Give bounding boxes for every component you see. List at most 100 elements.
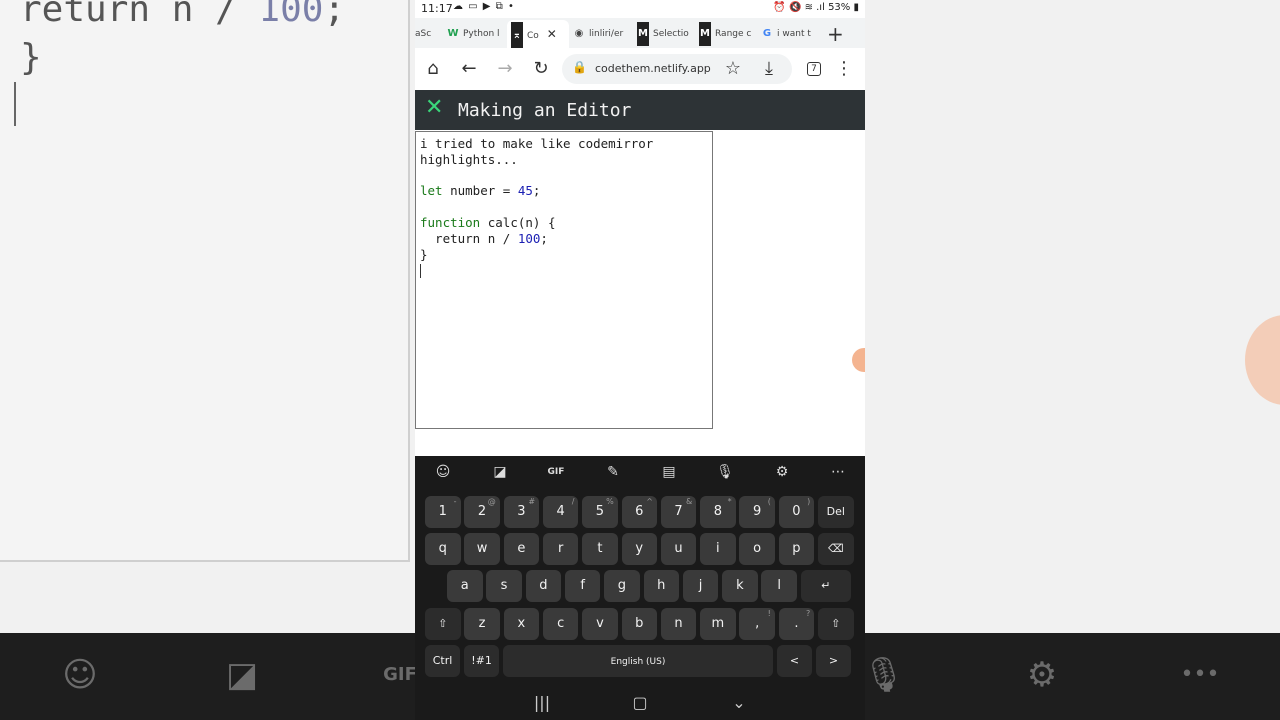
shift-key[interactable]: ⇧ (818, 608, 854, 640)
forward-icon[interactable]: → (493, 57, 517, 81)
close-icon[interactable]: ✕ (425, 95, 443, 120)
browser-tab-active[interactable]: ⌅ Co ✕ (507, 20, 569, 48)
key-label: x (517, 616, 526, 631)
key-label: n (674, 616, 683, 631)
key-y[interactable]: y (621, 533, 657, 565)
browser-tab-1[interactable]: W Python l (447, 22, 501, 46)
system-navbar: ||| ▢ ⌄ (415, 686, 865, 720)
download-icon[interactable]: ⤓ (757, 57, 781, 81)
browser-tab-strip: aSc W Python l ⌅ Co ✕ ◉ linliri/er M Selectio… (415, 18, 865, 48)
key-3[interactable]: 3 # (503, 496, 540, 528)
new-tab-button[interactable]: + (827, 22, 844, 46)
space-key[interactable]: English (US) (503, 645, 773, 677)
key-k[interactable]: k (722, 570, 758, 602)
battery-icon: ▮ (853, 2, 859, 13)
key-1[interactable]: 1- (425, 496, 461, 528)
key-b[interactable]: b (621, 608, 657, 640)
symbols-key[interactable]: !#1 (464, 645, 499, 677)
key-c[interactable]: c (542, 608, 579, 640)
ctrl-key[interactable]: Ctrl (425, 645, 460, 677)
key-x[interactable]: x (503, 608, 540, 640)
cursor-right-key[interactable]: > (816, 645, 851, 677)
key-e[interactable]: e (503, 533, 540, 565)
key-d[interactable]: d (525, 570, 562, 602)
key-label: 8 (713, 504, 722, 519)
shift-key[interactable]: ⇧ (425, 608, 461, 640)
reload-icon[interactable]: ↻ (529, 57, 553, 81)
emoji-icon[interactable]: ☺ (431, 462, 455, 482)
key-5[interactable]: 5% (582, 496, 618, 528)
key-,[interactable]: ,! (739, 608, 775, 640)
browser-tab-5[interactable]: M Range c (699, 22, 753, 46)
battery-level: 53% (828, 2, 851, 13)
tab-label: i want t (777, 29, 811, 39)
cursor-left-key[interactable]: < (777, 645, 812, 677)
menu-icon[interactable]: ⋮ (832, 57, 856, 81)
tab-switcher-button[interactable]: 7 (807, 62, 821, 76)
key-.[interactable]: .? (778, 608, 815, 640)
key-q[interactable]: q (425, 533, 461, 565)
settings-icon[interactable]: ⚙ (770, 462, 794, 482)
key-h[interactable]: h (643, 570, 679, 602)
key-label: 4 (556, 504, 565, 519)
background-caret (14, 82, 16, 126)
key-0[interactable]: 0) (778, 496, 815, 528)
key-secondary-label: # (528, 497, 536, 506)
delete-key[interactable]: Del (818, 496, 854, 528)
page-title: Making an Editor (458, 100, 632, 121)
more-icon[interactable]: ⋯ (826, 462, 850, 482)
key-2[interactable]: 2 @ (464, 496, 500, 528)
background-code: return n / 100; } (20, 0, 345, 82)
key-u[interactable]: u (660, 533, 697, 565)
key-8[interactable]: 8 * (700, 496, 736, 528)
key-label: > (828, 654, 839, 667)
back-icon[interactable]: ← (457, 57, 481, 81)
sticker-icon[interactable]: ◪ (488, 462, 512, 482)
code-line: i tried to make like codemirror (420, 136, 712, 152)
key-a[interactable]: a (447, 570, 483, 602)
key-f[interactable]: f (564, 570, 601, 602)
clipboard-icon[interactable]: ▤ (657, 462, 681, 482)
key-7[interactable]: 7 & (660, 496, 697, 528)
key-6[interactable]: 6 ^ (621, 496, 657, 528)
key-z[interactable]: z (464, 608, 500, 640)
handwriting-icon[interactable]: ✎ (601, 462, 625, 482)
key-o[interactable]: o (739, 533, 775, 565)
key-t[interactable]: t (582, 533, 618, 565)
home-icon[interactable]: ⌂ (421, 57, 445, 81)
key-w[interactable]: w (464, 533, 500, 565)
key-label: r (557, 541, 564, 556)
code-line: let number = 45; (420, 183, 712, 199)
back-nav-icon[interactable]: ⌄ (724, 692, 754, 714)
key-n[interactable]: n (660, 608, 697, 640)
browser-tab-6[interactable]: Gi want t (761, 22, 817, 46)
tab-close-icon[interactable]: ✕ (547, 27, 557, 41)
home-button-icon[interactable]: ▢ (625, 692, 655, 714)
backspace-key[interactable]: ⌫ (818, 533, 854, 565)
key-i[interactable]: i (700, 533, 736, 565)
key-m[interactable]: m (700, 608, 736, 640)
browser-tab-4[interactable]: M Selectio (637, 22, 691, 46)
key-p[interactable]: p (778, 533, 815, 565)
key-9[interactable]: 9( (739, 496, 775, 528)
browser-tab-0[interactable]: aSc (415, 22, 437, 46)
key-label: d (539, 578, 548, 593)
bookmark-star-icon[interactable]: ☆ (721, 57, 745, 81)
mic-icon[interactable]: 🎙 (713, 462, 737, 482)
key-secondary-label: ? (805, 609, 811, 618)
key-r[interactable]: r (542, 533, 579, 565)
code-text: highlights... (420, 151, 518, 167)
code-editor[interactable]: i tried to make like codemirror highlight… (415, 131, 713, 429)
floating-bubble[interactable] (852, 348, 865, 372)
key-j[interactable]: j (682, 570, 719, 602)
key-v[interactable]: v (582, 608, 618, 640)
key-g[interactable]: g (604, 570, 640, 602)
key-label: ⇧ (831, 617, 841, 630)
gif-icon[interactable]: GIF (544, 462, 568, 482)
recent-apps-icon[interactable]: ||| (527, 692, 557, 714)
key-4[interactable]: 4/ (542, 496, 579, 528)
key-label: p (792, 541, 801, 556)
background-code-number: 100 (258, 0, 324, 30)
browser-tab-3[interactable]: ◉ linliri/er (573, 22, 631, 46)
key-s[interactable]: s (486, 570, 522, 602)
